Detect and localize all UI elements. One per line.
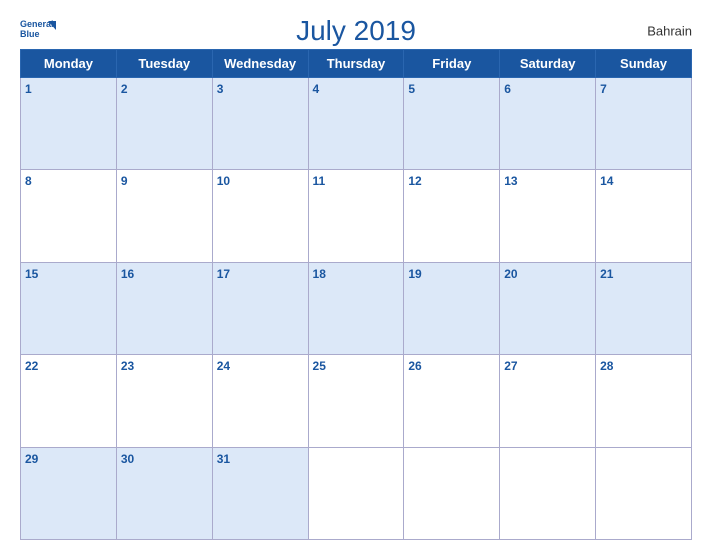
day-cell: 22: [21, 355, 117, 447]
day-cell: 24: [212, 355, 308, 447]
day-number: 4: [313, 82, 320, 96]
day-cell: [500, 447, 596, 539]
day-cell: 1: [21, 78, 117, 170]
day-number: 10: [217, 174, 230, 188]
day-cell: 23: [116, 355, 212, 447]
day-number: 18: [313, 267, 326, 281]
week-row-1: 1 2 3 4 5 6 7: [21, 78, 692, 170]
day-number: 24: [217, 359, 230, 373]
day-cell: 3: [212, 78, 308, 170]
day-number: 8: [25, 174, 32, 188]
day-cell: 16: [116, 262, 212, 354]
day-number: 5: [408, 82, 415, 96]
day-number: 13: [504, 174, 517, 188]
day-number: 23: [121, 359, 134, 373]
day-number: 28: [600, 359, 613, 373]
day-number: 11: [313, 174, 326, 188]
weekday-wednesday: Wednesday: [212, 50, 308, 78]
day-cell: 12: [404, 170, 500, 262]
day-number: 30: [121, 452, 134, 466]
day-number: 17: [217, 267, 230, 281]
day-cell: 26: [404, 355, 500, 447]
day-number: 6: [504, 82, 511, 96]
weekday-saturday: Saturday: [500, 50, 596, 78]
day-cell: 10: [212, 170, 308, 262]
day-number: 3: [217, 82, 224, 96]
day-cell: 21: [596, 262, 692, 354]
day-cell: 5: [404, 78, 500, 170]
day-cell: 27: [500, 355, 596, 447]
svg-text:Blue: Blue: [20, 29, 40, 39]
day-cell: [308, 447, 404, 539]
day-cell: [596, 447, 692, 539]
day-number: 22: [25, 359, 38, 373]
day-cell: 6: [500, 78, 596, 170]
day-number: 7: [600, 82, 607, 96]
day-number: 15: [25, 267, 38, 281]
day-number: 12: [408, 174, 421, 188]
day-number: 16: [121, 267, 134, 281]
day-cell: 4: [308, 78, 404, 170]
day-cell: 8: [21, 170, 117, 262]
day-cell: 11: [308, 170, 404, 262]
weekday-monday: Monday: [21, 50, 117, 78]
calendar-header: General Blue July 2019 Bahrain: [20, 15, 692, 47]
day-cell: 7: [596, 78, 692, 170]
day-number: 9: [121, 174, 128, 188]
weekday-friday: Friday: [404, 50, 500, 78]
svg-text:General: General: [20, 19, 54, 29]
day-number: 27: [504, 359, 517, 373]
week-row-3: 15 16 17 18 19 20 21: [21, 262, 692, 354]
day-cell: 28: [596, 355, 692, 447]
day-cell: 14: [596, 170, 692, 262]
week-row-2: 8 9 10 11 12 13 14: [21, 170, 692, 262]
day-cell: 15: [21, 262, 117, 354]
week-row-5: 29 30 31: [21, 447, 692, 539]
day-number: 19: [408, 267, 421, 281]
day-number: 1: [25, 82, 32, 96]
weekday-header-row: MondayTuesdayWednesdayThursdayFridaySatu…: [21, 50, 692, 78]
day-cell: [404, 447, 500, 539]
day-cell: 18: [308, 262, 404, 354]
weekday-thursday: Thursday: [308, 50, 404, 78]
day-cell: 30: [116, 447, 212, 539]
weekday-sunday: Sunday: [596, 50, 692, 78]
calendar-table: MondayTuesdayWednesdayThursdayFridaySatu…: [20, 49, 692, 540]
logo: General Blue: [20, 16, 56, 46]
day-number: 29: [25, 452, 38, 466]
day-cell: 17: [212, 262, 308, 354]
day-cell: 25: [308, 355, 404, 447]
day-cell: 20: [500, 262, 596, 354]
day-number: 21: [600, 267, 613, 281]
day-cell: 9: [116, 170, 212, 262]
weekday-tuesday: Tuesday: [116, 50, 212, 78]
page-title: July 2019: [296, 15, 416, 47]
day-number: 26: [408, 359, 421, 373]
day-cell: 2: [116, 78, 212, 170]
logo-icon: General Blue: [20, 16, 56, 46]
week-row-4: 22 23 24 25 26 27 28: [21, 355, 692, 447]
day-number: 14: [600, 174, 613, 188]
day-number: 31: [217, 452, 230, 466]
day-cell: 13: [500, 170, 596, 262]
day-cell: 29: [21, 447, 117, 539]
day-cell: 19: [404, 262, 500, 354]
day-cell: 31: [212, 447, 308, 539]
day-number: 20: [504, 267, 517, 281]
day-number: 25: [313, 359, 326, 373]
country-label: Bahrain: [647, 24, 692, 39]
day-number: 2: [121, 82, 128, 96]
